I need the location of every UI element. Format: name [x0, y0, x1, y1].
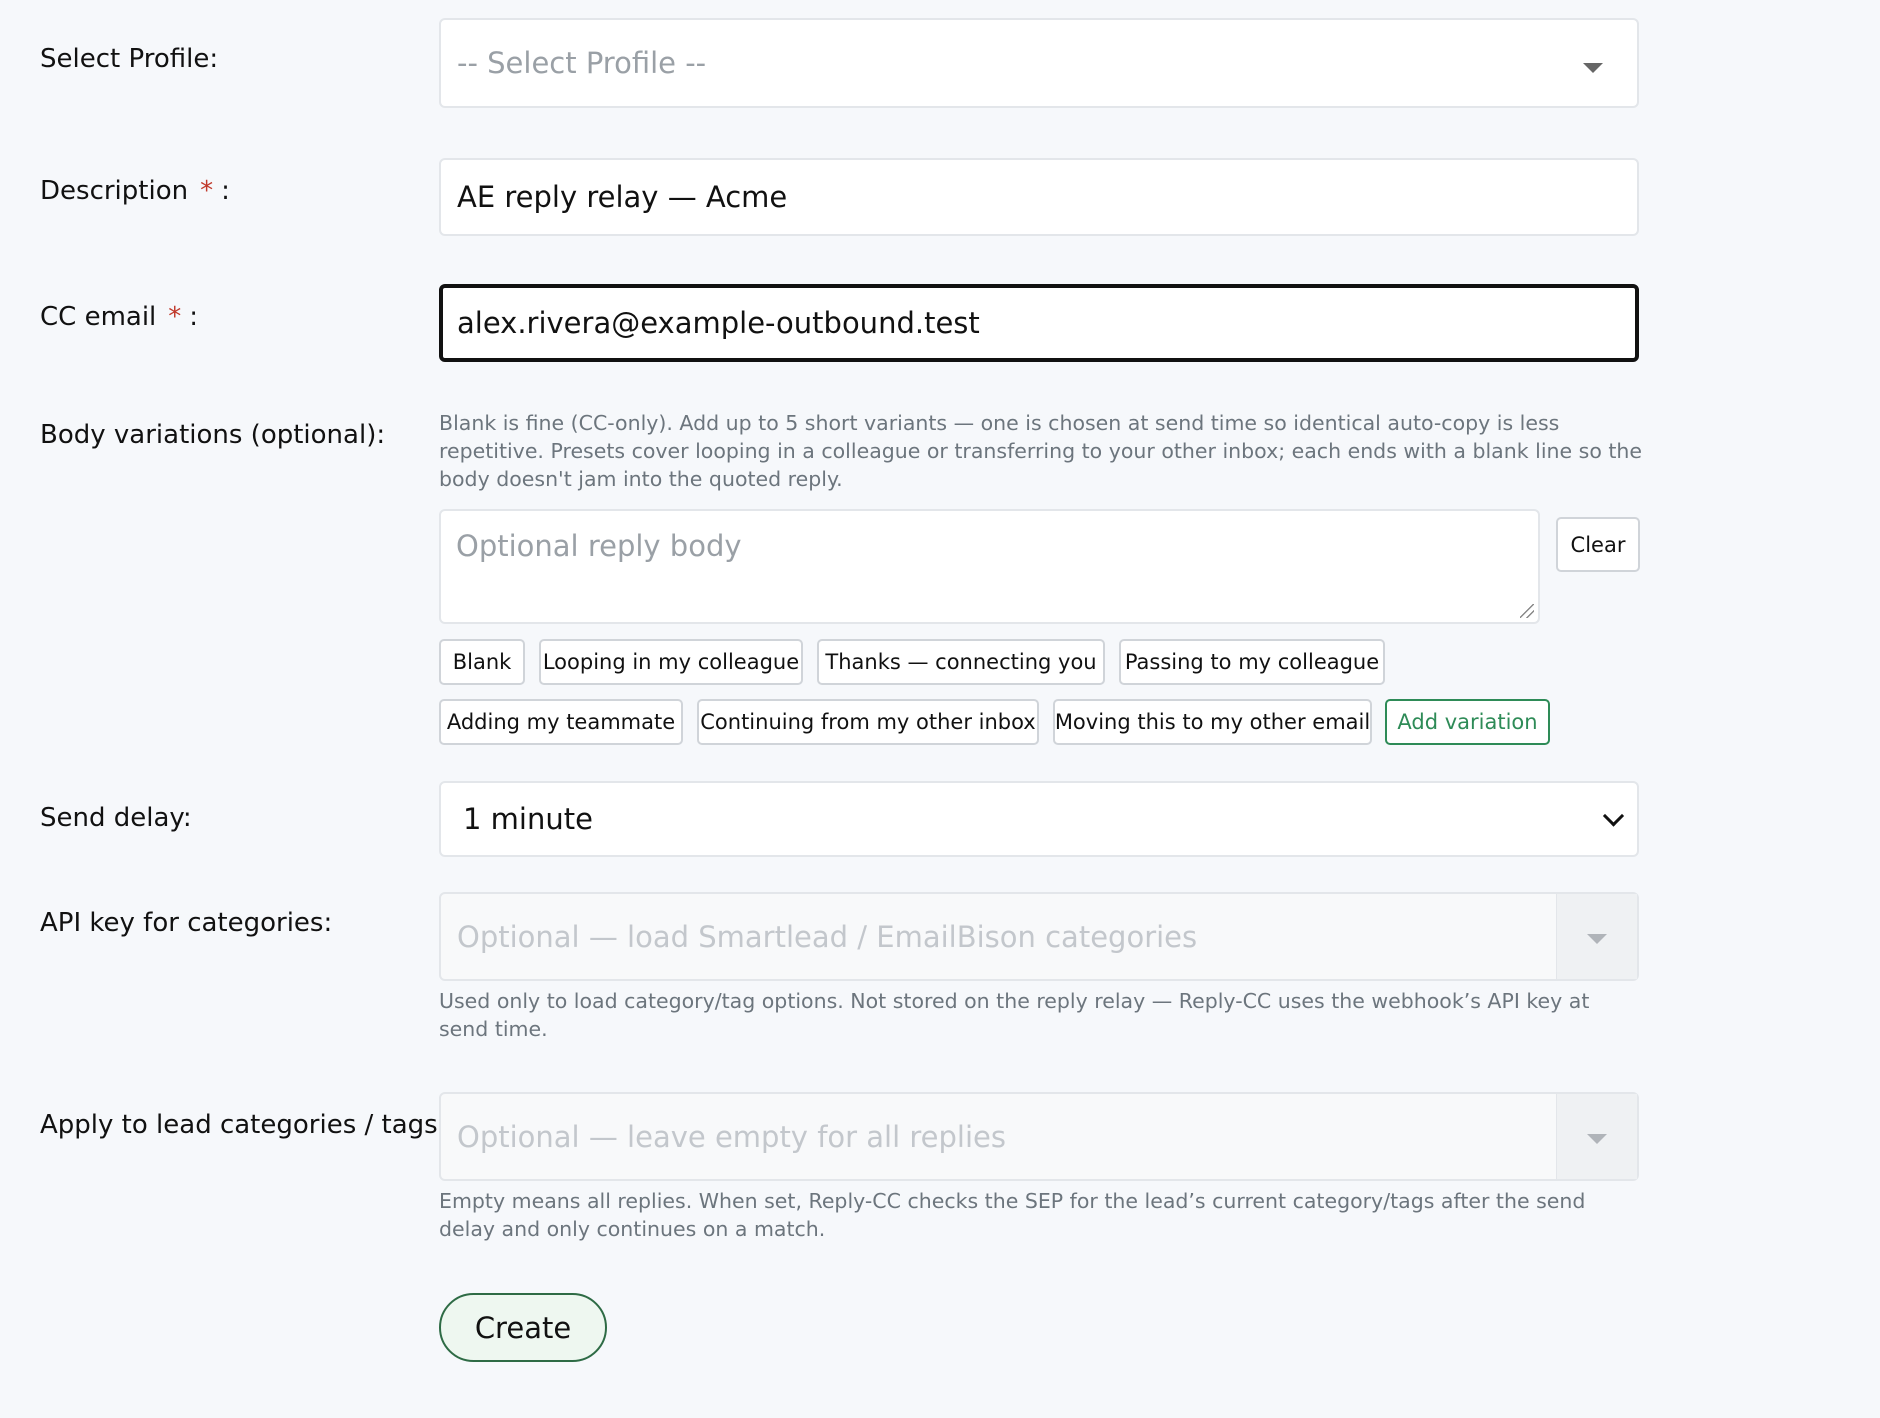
preset-thanks-connecting-button[interactable]: Thanks — connecting you	[817, 639, 1105, 685]
categories-select[interactable]: Optional — leave empty for all replies	[439, 1092, 1639, 1181]
create-button[interactable]: Create	[439, 1293, 607, 1362]
description-label-row: Description *:	[40, 176, 230, 206]
categories-placeholder: Optional — leave empty for all replies	[457, 1119, 1006, 1154]
description-input[interactable]: AE reply relay — Acme	[439, 158, 1639, 236]
api-key-select[interactable]: Optional — load Smartlead / EmailBison c…	[439, 892, 1639, 981]
body-variations-help: Blank is fine (CC-only). Add up to 5 sho…	[439, 411, 1643, 491]
cc-email-label: CC email	[40, 302, 157, 332]
api-key-help: Used only to load category/tag options. …	[439, 989, 1590, 1041]
api-key-label: API key for categories:	[40, 908, 333, 938]
profile-select[interactable]: -- Select Profile --	[439, 18, 1639, 108]
send-delay-value: 1 minute	[463, 802, 593, 836]
reply-body-placeholder: Optional reply body	[456, 529, 742, 563]
caret-down-icon	[1583, 63, 1603, 73]
categories-label: Apply to lead categories / tags:	[40, 1110, 447, 1140]
resize-handle-icon[interactable]	[1520, 604, 1534, 618]
send-delay-select[interactable]: 1 minute	[439, 781, 1639, 857]
reply-relay-form: Select Profile: -- Select Profile -- Des…	[0, 0, 1880, 1418]
send-delay-label: Send delay:	[40, 803, 192, 833]
categories-help: Empty means all replies. When set, Reply…	[439, 1189, 1586, 1241]
preset-passing-colleague-button[interactable]: Passing to my colleague	[1119, 639, 1385, 685]
chevron-down-icon	[1602, 805, 1625, 827]
body-variations-label: Body variations (optional):	[40, 420, 386, 450]
preset-looping-colleague-button[interactable]: Looping in my colleague	[539, 639, 803, 685]
api-key-placeholder: Optional — load Smartlead / EmailBison c…	[457, 919, 1198, 954]
preset-blank-button[interactable]: Blank	[439, 639, 525, 685]
required-marker: *	[168, 302, 182, 332]
required-marker: *	[200, 176, 214, 206]
cc-email-input[interactable]: alex.rivera@example-outbound.test	[439, 284, 1639, 362]
preset-continuing-other-inbox-button[interactable]: Continuing from my other inbox	[697, 699, 1039, 745]
cc-email-value: alex.rivera@example-outbound.test	[457, 306, 980, 340]
api-key-dropdown-toggle[interactable]	[1556, 894, 1637, 979]
description-value: AE reply relay — Acme	[457, 180, 788, 214]
preset-adding-teammate-button[interactable]: Adding my teammate	[439, 699, 683, 745]
clear-button[interactable]: Clear	[1556, 517, 1640, 572]
label-colon: :	[221, 176, 230, 206]
caret-down-icon	[1587, 1134, 1607, 1144]
add-variation-button[interactable]: Add variation	[1385, 699, 1550, 745]
profile-placeholder: -- Select Profile --	[457, 46, 707, 80]
caret-down-icon	[1587, 934, 1607, 944]
label-colon: :	[189, 302, 199, 332]
description-label: Description	[40, 176, 189, 206]
cc-email-label-row: CC email *:	[40, 302, 198, 332]
preset-moving-other-email-button[interactable]: Moving this to my other email	[1053, 699, 1372, 745]
reply-body-textarea[interactable]: Optional reply body	[439, 509, 1540, 624]
profile-label: Select Profile:	[40, 44, 219, 74]
categories-dropdown-toggle[interactable]	[1556, 1094, 1637, 1179]
